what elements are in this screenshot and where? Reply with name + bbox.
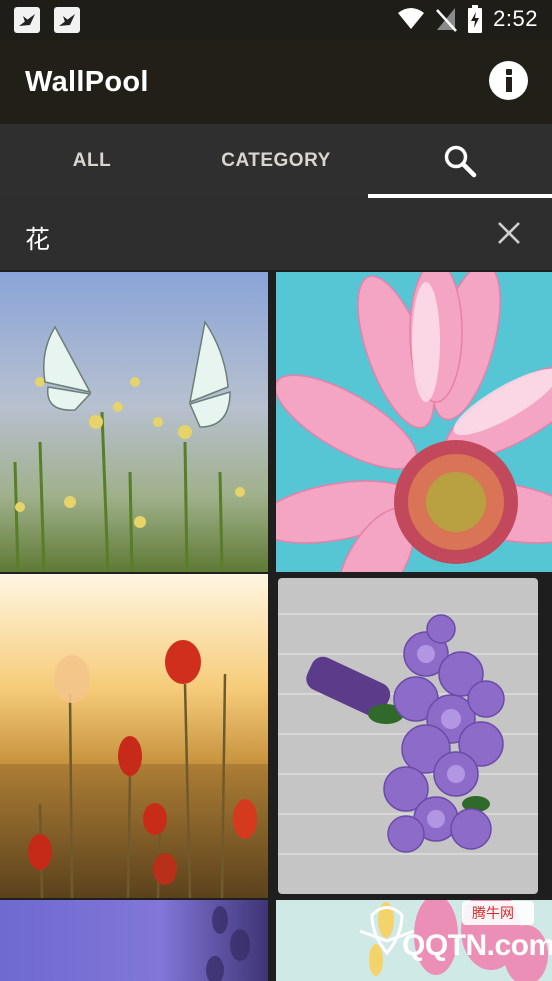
watermark-tag: 腾牛网 xyxy=(472,906,514,922)
app-bar: WallPool xyxy=(0,40,552,124)
app-title: WallPool xyxy=(25,66,149,98)
search-input[interactable]: 花 xyxy=(25,220,50,256)
watermark: QQTN.com 腾牛网 xyxy=(342,895,552,975)
watermark-brand: QQTN.com xyxy=(402,929,552,962)
wallpaper-thumbnail-poppies[interactable] xyxy=(0,574,268,898)
bird-notification-icon xyxy=(14,7,40,33)
search-bar: 花 xyxy=(0,198,552,270)
search-icon xyxy=(444,145,477,178)
status-bar: 2:52 xyxy=(0,0,552,40)
status-time: 2:52 xyxy=(493,6,538,31)
tab-search[interactable] xyxy=(368,124,552,198)
wallpaper-thumbnail-purple-flowers[interactable] xyxy=(0,900,268,981)
tab-category[interactable]: CATEGORY xyxy=(184,124,368,198)
close-icon[interactable] xyxy=(496,220,522,246)
wallpaper-thumbnail-butterflies[interactable] xyxy=(0,272,268,572)
tab-bar: ALL CATEGORY xyxy=(0,124,552,198)
battery-charging-icon xyxy=(468,5,483,33)
bird-notification-icon xyxy=(54,7,80,33)
info-icon[interactable] xyxy=(489,61,528,100)
wallpaper-thumbnail-pink-daisy[interactable] xyxy=(276,272,552,572)
wallpaper-thumbnail-purple-bouquet[interactable] xyxy=(276,574,552,898)
tab-all[interactable]: ALL xyxy=(0,124,184,198)
results-grid xyxy=(0,270,552,981)
no-signal-icon xyxy=(436,8,458,32)
wifi-icon xyxy=(398,8,425,29)
